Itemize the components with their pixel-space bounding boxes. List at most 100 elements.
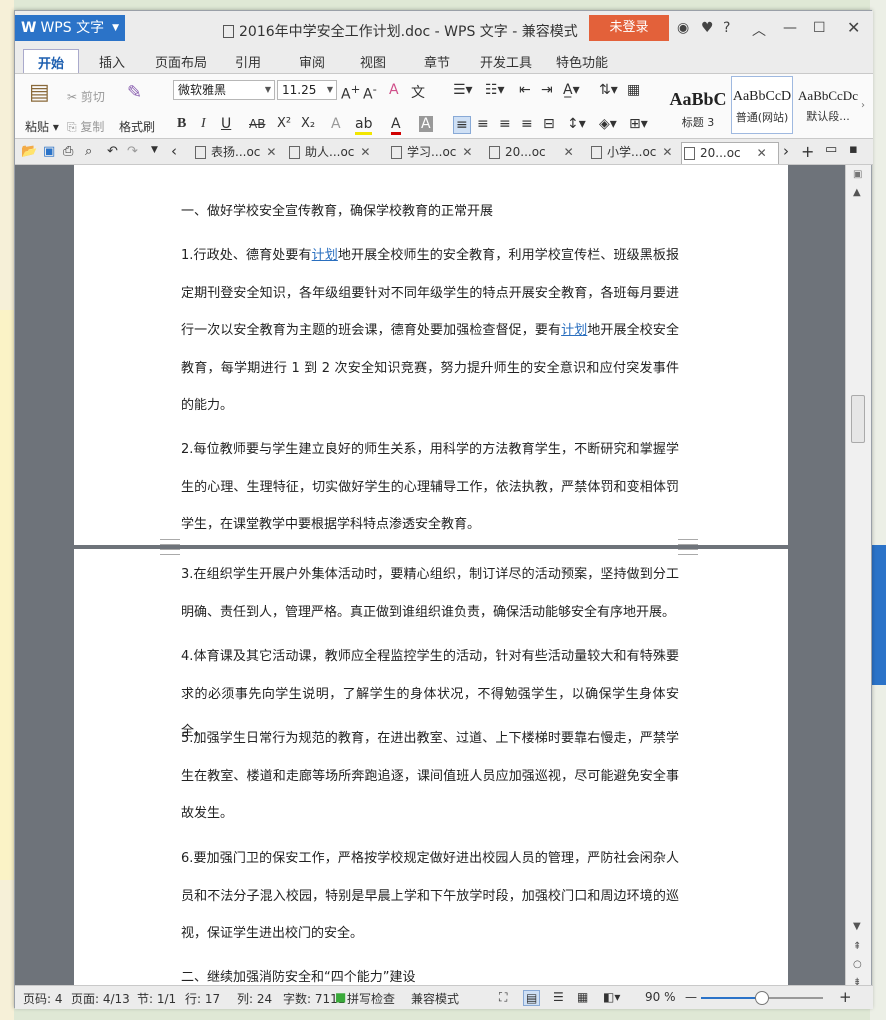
close-tab-icon[interactable]: ✕ bbox=[360, 145, 370, 159]
copy-button[interactable]: ⎘ 复制 bbox=[67, 118, 104, 135]
print-preview-icon[interactable]: ⌕ bbox=[85, 144, 92, 159]
tab-view[interactable]: 视图 bbox=[360, 52, 386, 71]
clear-format-icon[interactable]: A bbox=[389, 82, 399, 98]
zoom-slider-handle[interactable] bbox=[755, 991, 769, 1005]
text-effect-icon[interactable]: A bbox=[331, 116, 341, 132]
format-painter-button[interactable]: 格式刷 bbox=[119, 118, 155, 135]
font-name-select[interactable]: 微软雅黑 ▼ bbox=[173, 80, 275, 100]
collapse-ribbon-icon[interactable]: ︿ bbox=[752, 20, 766, 40]
phonetic-icon[interactable]: 文 bbox=[411, 82, 425, 102]
shirt-icon[interactable]: ♥ bbox=[701, 20, 714, 36]
tab-page-layout[interactable]: 页面布局 bbox=[155, 52, 207, 71]
wps-app-menu-button[interactable]: W WPS 文字 ▼ bbox=[15, 15, 125, 41]
quick-access-dropdown-icon[interactable]: ▼ bbox=[151, 145, 158, 155]
paste-button[interactable]: 粘贴 ▾ bbox=[25, 118, 59, 135]
style-default-paragraph[interactable]: AaBbCcDc 默认段... bbox=[797, 76, 859, 134]
zoom-level[interactable]: 90 % bbox=[645, 990, 676, 1004]
outline-view-icon[interactable]: ☰ bbox=[553, 990, 564, 1004]
undo-icon[interactable]: ↶ bbox=[107, 144, 118, 159]
border-icon[interactable]: ⊞▾ bbox=[629, 116, 648, 132]
tab-scroll-right-icon[interactable]: › bbox=[783, 142, 789, 160]
tab-home[interactable]: 开始 bbox=[23, 49, 80, 73]
doc-tab-active[interactable]: 20...oc ✕ bbox=[681, 142, 779, 164]
page-view-icon[interactable]: ▤ bbox=[523, 990, 541, 1006]
document-area[interactable]: 一、做好学校安全宣传教育，确保学校教育的正常开展 1.行政处、德育处要有计划地开… bbox=[15, 165, 845, 987]
help-button[interactable]: ? bbox=[723, 20, 730, 36]
style-normal-web[interactable]: AaBbCcD 普通(网站) bbox=[731, 76, 793, 134]
zoom-out-button[interactable]: — bbox=[685, 990, 697, 1004]
doc-tab[interactable]: 表扬...oc ✕ bbox=[193, 142, 276, 164]
zoom-in-button[interactable]: + bbox=[839, 988, 852, 1006]
highlight-icon[interactable]: ab bbox=[355, 116, 373, 135]
increase-indent-icon[interactable]: ⇥ bbox=[541, 82, 553, 98]
fullscreen-icon[interactable]: ⛶ bbox=[499, 990, 507, 1005]
bullet-list-icon[interactable]: ☰▾ bbox=[453, 82, 473, 98]
print-icon[interactable]: ⎙ bbox=[63, 144, 73, 159]
spellcheck-button[interactable]: 拼写检查 bbox=[347, 990, 395, 1007]
doc-tab[interactable]: 小学...oc ✕ bbox=[589, 142, 672, 164]
underline-button[interactable]: U bbox=[221, 116, 231, 132]
char-shading-icon[interactable]: A bbox=[419, 116, 433, 132]
superscript-button[interactable]: X² bbox=[277, 116, 291, 131]
align-right-button[interactable]: ≡ bbox=[499, 116, 511, 132]
doc-tab[interactable]: 助人...oc ✕ bbox=[287, 142, 370, 164]
grow-font-icon[interactable]: A+ bbox=[341, 82, 360, 103]
cut-button[interactable]: ✂ 剪切 bbox=[67, 88, 105, 105]
font-size-select[interactable]: 11.25 ▼ bbox=[277, 80, 337, 100]
hyperlink[interactable]: 计划 bbox=[312, 248, 338, 263]
close-tab-icon[interactable]: ✕ bbox=[462, 145, 472, 159]
hyperlink[interactable]: 计划 bbox=[561, 323, 587, 338]
save-icon[interactable]: ▣ bbox=[43, 144, 55, 159]
tab-list-icon[interactable]: ▭ bbox=[825, 142, 837, 157]
shrink-font-icon[interactable]: A- bbox=[363, 82, 377, 103]
decrease-indent-icon[interactable]: ⇤ bbox=[519, 82, 531, 98]
select-browse-object-icon[interactable]: ○ bbox=[853, 959, 862, 970]
pin-icon[interactable]: ▪ bbox=[849, 142, 858, 157]
line-spacing-icon[interactable]: ↕▾ bbox=[567, 116, 586, 132]
bold-button[interactable]: B bbox=[177, 116, 186, 132]
strikethrough-button[interactable]: AB bbox=[249, 117, 265, 131]
scrollbar-thumb[interactable] bbox=[851, 395, 865, 443]
close-button[interactable]: ✕ bbox=[847, 18, 860, 37]
close-tab-icon[interactable]: ✕ bbox=[757, 146, 767, 160]
distributed-button[interactable]: ⊟ bbox=[543, 116, 555, 132]
vertical-scrollbar[interactable]: ▣ ▲ ▼ ⇞ ○ ⇟ bbox=[845, 165, 871, 988]
tab-developer[interactable]: 开发工具 bbox=[480, 52, 532, 71]
ruler-toggle-icon[interactable]: ▣ bbox=[853, 169, 862, 180]
chinese-layout-icon[interactable]: A̲▾ bbox=[563, 82, 580, 98]
skin-icon[interactable]: ◉ bbox=[677, 20, 689, 36]
previous-page-icon[interactable]: ⇞ bbox=[853, 941, 861, 952]
close-tab-icon[interactable]: ✕ bbox=[662, 145, 672, 159]
align-center-button[interactable]: ≡ bbox=[477, 116, 489, 132]
doc-tab[interactable]: 学习...oc ✕ bbox=[389, 142, 472, 164]
scroll-down-icon[interactable]: ▼ bbox=[853, 921, 861, 932]
web-view-icon[interactable]: ▦ bbox=[577, 990, 588, 1004]
shading-icon[interactable]: ◈▾ bbox=[599, 116, 617, 132]
close-tab-icon[interactable]: ✕ bbox=[564, 145, 574, 159]
numbered-list-icon[interactable]: ☷▾ bbox=[485, 82, 505, 98]
tab-review[interactable]: 审阅 bbox=[299, 52, 325, 71]
tab-scroll-left-icon[interactable]: ‹ bbox=[171, 142, 177, 160]
tab-insert[interactable]: 插入 bbox=[99, 52, 125, 71]
italic-button[interactable]: I bbox=[201, 116, 206, 132]
style-heading3[interactable]: AaBbC 标题 3 bbox=[667, 76, 729, 134]
font-color-icon[interactable]: A bbox=[391, 116, 401, 135]
sort-icon[interactable]: ⇅▾ bbox=[599, 82, 618, 98]
maximize-button[interactable]: ☐ bbox=[813, 20, 826, 36]
tab-special[interactable]: 特色功能 bbox=[556, 52, 608, 71]
redo-icon[interactable]: ↷ bbox=[127, 144, 138, 159]
open-folder-icon[interactable]: 📂 bbox=[21, 144, 37, 159]
table-icon[interactable]: ▦ bbox=[627, 82, 640, 98]
tab-chapter[interactable]: 章节 bbox=[424, 52, 450, 71]
close-tab-icon[interactable]: ✕ bbox=[266, 145, 276, 159]
new-tab-icon[interactable]: + bbox=[801, 142, 814, 161]
minimize-button[interactable]: — bbox=[783, 20, 797, 36]
justify-button[interactable]: ≡ bbox=[521, 116, 533, 132]
scroll-up-icon[interactable]: ▲ bbox=[853, 187, 861, 198]
doc-tab[interactable]: 20...oc ✕ bbox=[487, 142, 574, 164]
tab-references[interactable]: 引用 bbox=[235, 52, 261, 71]
login-button[interactable]: 未登录 bbox=[589, 15, 669, 41]
subscript-button[interactable]: X₂ bbox=[301, 116, 315, 131]
reading-mode-icon[interactable]: ◧▾ bbox=[603, 990, 620, 1004]
chevron-right-icon[interactable]: › bbox=[861, 100, 865, 111]
